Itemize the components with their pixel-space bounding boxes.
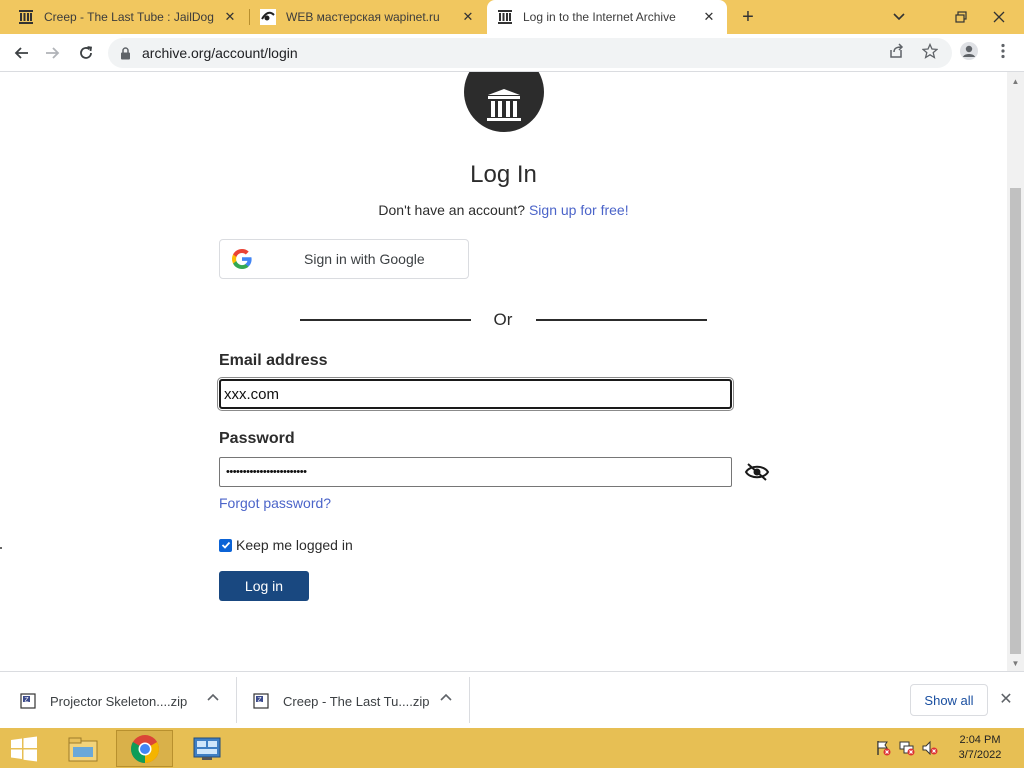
- archive-icon: [497, 9, 513, 25]
- tab-creep[interactable]: Creep - The Last Tube : JailDog : ✕: [8, 0, 248, 34]
- divider-left: [300, 319, 471, 321]
- signup-link[interactable]: Sign up for free!: [529, 202, 629, 218]
- svg-text:Z: Z: [25, 696, 29, 703]
- menu-kebab-icon[interactable]: [993, 41, 1013, 61]
- page-scrollbar[interactable]: ▲ ▼: [1007, 72, 1024, 671]
- profile-avatar-icon[interactable]: [959, 41, 979, 61]
- file-explorer-icon[interactable]: [54, 730, 111, 767]
- forward-icon[interactable]: [41, 41, 65, 65]
- download-separator: [236, 677, 237, 723]
- tab-search-icon[interactable]: [883, 0, 915, 34]
- volume-muted-icon[interactable]: [922, 740, 938, 756]
- new-tab-button[interactable]: +: [736, 5, 760, 29]
- address-bar[interactable]: archive.org/account/login: [108, 38, 952, 68]
- keep-logged-in-checkbox[interactable]: [219, 538, 232, 552]
- close-icon[interactable]: ✕: [222, 9, 238, 25]
- divider-right: [536, 319, 707, 321]
- download-item[interactable]: Z Projector Skeleton....zip: [20, 680, 187, 722]
- download-filename: Creep - The Last Tu....zip: [283, 693, 430, 709]
- system-clock[interactable]: 2:04 PM 3/7/2022: [952, 733, 1008, 763]
- tab-wapinet[interactable]: WEB мастерская wapinet.ru ✕: [250, 0, 486, 34]
- google-icon: [232, 249, 252, 269]
- browser-toolbar: archive.org/account/login: [0, 34, 1024, 72]
- tab-title: Log in to the Internet Archive: [523, 10, 676, 24]
- action-center-flag-icon[interactable]: [875, 740, 891, 756]
- scroll-thumb[interactable]: [1010, 188, 1021, 654]
- clock-date: 3/7/2022: [958, 749, 1002, 761]
- bookmark-star-icon[interactable]: [920, 41, 940, 61]
- wapinet-icon: [260, 9, 276, 25]
- clock-time: 2:04 PM: [959, 734, 1001, 746]
- zip-file-icon: Z: [20, 693, 36, 709]
- screen: Creep - The Last Tube : JailDog : ✕ WEB …: [0, 0, 1024, 768]
- internet-archive-logo[interactable]: [464, 72, 544, 132]
- password-label: Password: [219, 430, 295, 447]
- network-icon[interactable]: [899, 740, 915, 756]
- keep-logged-in-row: Keep me logged in: [219, 537, 353, 553]
- zip-file-icon: Z: [253, 693, 269, 709]
- close-window-icon[interactable]: [979, 0, 1019, 34]
- download-separator: [469, 677, 470, 723]
- or-separator: Or: [493, 310, 513, 329]
- tab-title: WEB мастерская wapinet.ru: [286, 10, 440, 24]
- page-title: Log In: [470, 161, 537, 188]
- close-icon[interactable]: ✕: [460, 9, 476, 25]
- page-content: Log In Don't have an account? Sign up fo…: [0, 72, 1007, 671]
- signup-prompt: Don't have an account? Sign up for free!: [0, 202, 1007, 218]
- share-icon[interactable]: [887, 41, 907, 61]
- chevron-up-icon[interactable]: [438, 689, 454, 705]
- control-panel-icon[interactable]: [178, 730, 235, 767]
- close-icon[interactable]: ✕: [701, 9, 717, 25]
- download-filename: Projector Skeleton....zip: [50, 693, 188, 709]
- show-all-downloads-button[interactable]: Show all: [910, 684, 988, 716]
- scroll-down-icon[interactable]: ▼: [1007, 656, 1024, 670]
- reload-icon[interactable]: [74, 41, 98, 65]
- archive-icon: [18, 9, 34, 25]
- password-mask: ••••••••••••••••••••••••: [226, 466, 307, 478]
- signup-prompt-text: Don't have an account?: [378, 202, 526, 218]
- downloads-bar: Z Projector Skeleton....zip Z Creep - Th…: [0, 671, 1024, 728]
- password-field[interactable]: ••••••••••••••••••••••••: [219, 457, 732, 487]
- keep-logged-in-label[interactable]: Keep me logged in: [236, 537, 353, 553]
- email-label: Email address: [219, 352, 328, 369]
- close-downloads-icon[interactable]: ✕: [996, 689, 1016, 709]
- tab-title: Creep - The Last Tube : JailDog :: [44, 10, 216, 24]
- tab-strip: Creep - The Last Tube : JailDog : ✕ WEB …: [0, 0, 1024, 34]
- download-item[interactable]: Z Creep - The Last Tu....zip: [253, 680, 429, 722]
- windows-taskbar: 2:04 PM 3/7/2022: [0, 728, 1024, 768]
- chevron-up-icon[interactable]: [205, 689, 221, 705]
- lock-icon[interactable]: [120, 46, 132, 60]
- svg-text:Z: Z: [258, 696, 262, 703]
- windows-start-icon[interactable]: [8, 734, 40, 764]
- forgot-password-link[interactable]: Forgot password?: [219, 495, 331, 511]
- login-button[interactable]: Log in: [219, 571, 309, 601]
- eye-slash-icon[interactable]: [744, 462, 770, 482]
- scroll-up-icon[interactable]: ▲: [1007, 74, 1024, 88]
- google-signin-button[interactable]: Sign in with Google: [219, 239, 469, 279]
- back-icon[interactable]: [9, 41, 33, 65]
- email-field[interactable]: [217, 377, 734, 411]
- google-signin-label: Sign in with Google: [304, 251, 425, 267]
- url-text: archive.org/account/login: [142, 45, 298, 61]
- tab-archive-login[interactable]: Log in to the Internet Archive ✕: [487, 0, 727, 34]
- chrome-taskbar-icon[interactable]: [116, 730, 173, 767]
- cursor-artifact: [0, 547, 2, 549]
- restore-window-icon[interactable]: [945, 0, 977, 34]
